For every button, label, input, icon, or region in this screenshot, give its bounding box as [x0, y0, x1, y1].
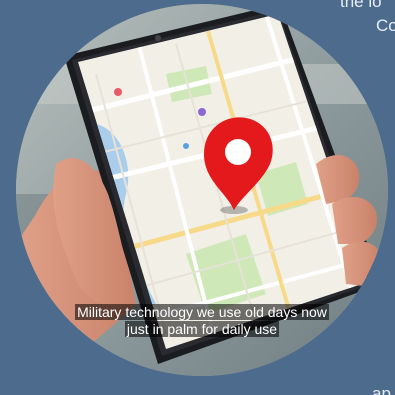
background-text-fragment: Co — [376, 16, 395, 35]
caption-line: just in palm for daily use — [124, 321, 280, 337]
caption-line: Military technology we use old days now — [75, 304, 329, 320]
photo-caption: Military technology we use old days now … — [16, 304, 388, 338]
circular-photo: Military technology we use old days now … — [16, 4, 388, 376]
background-text-fragment: ap — [372, 384, 391, 395]
background-text-fragment: the lo — [340, 0, 382, 11]
finger — [342, 241, 383, 286]
camera-dot — [155, 35, 161, 41]
page: the lo Co ap Military technology we use … — [0, 0, 395, 395]
